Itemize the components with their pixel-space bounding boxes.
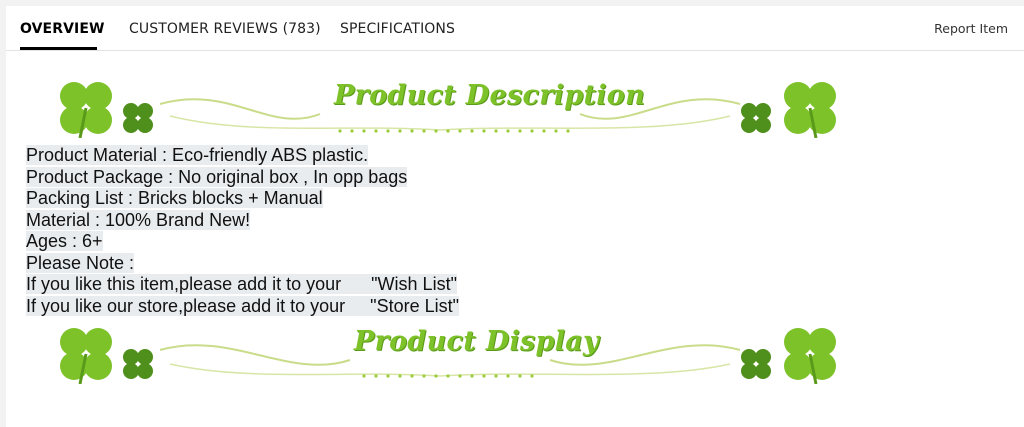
description-line: Please Note : [26, 252, 135, 273]
tab-specifications[interactable]: SPECIFICATIONS [340, 21, 455, 37]
four-leaf-clover-icon [784, 328, 836, 384]
product-detail-card: OVERVIEW CUSTOMER REVIEWS (783) SPECIFIC… [6, 6, 1024, 427]
four-leaf-clover-icon [60, 82, 112, 138]
product-display-banner: Product Display [50, 320, 850, 384]
tab-customer-reviews[interactable]: CUSTOMER REVIEWS (783) [129, 21, 321, 37]
description-line: Product Material : Eco-friendly ABS plas… [26, 145, 369, 165]
description-line: Product Package : No original box , In o… [26, 166, 408, 187]
tab-overview[interactable]: OVERVIEW [20, 21, 105, 37]
clover-icon [741, 349, 771, 379]
tab-bar: OVERVIEW CUSTOMER REVIEWS (783) SPECIFIC… [6, 6, 1024, 51]
active-tab-indicator [20, 47, 97, 50]
description-line: If you like our store,please add it to y… [26, 295, 459, 316]
report-item-link[interactable]: Report Item [934, 21, 1008, 36]
description-line: Packing List : Bricks blocks + Manual [26, 188, 323, 208]
description-line: If you like this item,please add it to y… [26, 274, 457, 294]
product-display-title: Product Display [354, 326, 600, 357]
four-leaf-clover-icon [784, 82, 836, 138]
four-leaf-clover-icon [60, 328, 112, 384]
product-description-title: Product Description [334, 80, 646, 111]
clover-icon [123, 349, 153, 379]
product-description-banner: Product Description [50, 74, 850, 138]
description-line: Material : 100% Brand New! [26, 209, 251, 230]
clover-icon [741, 103, 771, 133]
product-description-text: Product Material : Eco-friendly ABS plas… [26, 145, 459, 317]
clover-icon [123, 103, 153, 133]
description-line: Ages : 6+ [26, 231, 103, 251]
